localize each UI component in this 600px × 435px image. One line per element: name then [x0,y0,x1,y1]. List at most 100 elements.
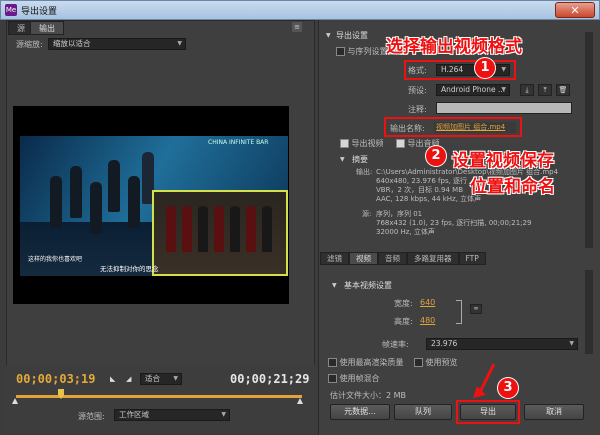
summary-output-line: AAC, 128 kbps, 44 kHz, 立体声 [376,195,482,203]
tab-audio[interactable]: 音频 [378,252,407,265]
import-preset-icon[interactable]: ⤒ [538,84,552,96]
video-brand-text: CHINA INFINITE BAR [208,139,269,146]
chevron-down-icon: ▼ [501,86,506,93]
panel-menu-icon[interactable]: ≡ [292,22,302,32]
summary-source-line: 768x432 (1.0), 23 fps, 逐行扫描, 00;00;21;29 [376,219,532,227]
tab-video[interactable]: 视频 [349,252,378,265]
step-2-instruction-line1: 设置视频保存 [452,151,554,171]
preset-value: Android Phone ... [441,85,506,94]
width-value[interactable]: 640 [420,298,435,307]
width-label: 宽度: [394,299,413,308]
frame-blend-checkbox[interactable] [328,374,337,383]
current-timecode[interactable]: 00;00;03;19 [16,372,95,386]
delete-preset-icon[interactable]: 🗑 [556,84,570,96]
export-video-checkbox[interactable] [340,139,349,148]
tab-multiplexer[interactable]: 多路复用器 [407,252,459,265]
height-value[interactable]: 480 [420,316,435,325]
picture-in-picture-image [152,190,288,276]
step-1-marker: 1 [475,58,495,78]
chain-link-icon[interactable]: ∞ [470,304,482,314]
use-preview-option[interactable]: 使用预览 [414,357,458,368]
frame-blend-option[interactable]: 使用帧混合 [328,373,380,384]
step-2-instruction-line2: 位置和命名 [470,177,555,197]
title-bar: Me 导出设置 ✕ [0,0,600,20]
dancer-figure [108,160,120,212]
step-1-instruction: 选择输出视频格式 [386,37,522,57]
set-in-point-icon[interactable]: ◣ [110,375,115,383]
group-member-figure [214,206,224,252]
source-range-label: 源范围: [78,412,105,421]
estimated-size-value: 2 MB [386,391,407,400]
group-member-figure [262,206,272,252]
annotation-output-name-highlight [384,117,522,137]
group-member-figure [246,206,256,252]
fit-dropdown[interactable]: 适合 ▼ [140,373,182,385]
window-title: 导出设置 [21,7,58,17]
dancer-figure [90,182,102,234]
summary-output-label: 输出: [356,168,373,176]
max-render-checkbox[interactable] [328,358,337,367]
summary-output-line: 640x480, 23.976 fps, 逐行 [376,177,468,185]
group-member-figure [230,206,240,252]
total-duration-timecode: 00;00;21;29 [230,372,310,386]
use-preview-checkbox[interactable] [414,358,423,367]
summary-heading: 摘要 [352,155,368,164]
framerate-dropdown[interactable]: 23.976 ▼ [426,338,578,350]
group-member-figure [166,206,176,252]
max-render-option[interactable]: 使用最高渲染质量 [328,357,404,368]
tab-ftp[interactable]: FTP [458,252,486,265]
match-sequence-checkbox[interactable] [336,47,345,56]
cancel-button[interactable]: 取消 [524,404,584,420]
video-caption-left: 这样的我你也喜欢吧 [28,256,83,263]
aspect-bracket [456,300,462,324]
settings-tabs: 滤镜 视频 音频 多路复用器 FTP [320,252,592,265]
comment-input[interactable] [436,102,572,114]
estimated-size: 估计文件大小：2 MB [330,390,406,401]
frame-blend-label: 使用帧混合 [339,374,380,383]
collapse-triangle-icon[interactable]: ▼ [332,282,337,289]
source-scale-value: 缩放以适合 [53,39,91,48]
video-settings-scrollbar[interactable] [585,270,593,354]
metadata-button[interactable]: 元数据... [330,404,390,420]
estimated-size-label: 估计文件大小： [330,391,386,400]
source-scale-label: 源缩放: [16,40,43,49]
chevron-down-icon: ▼ [173,375,178,382]
summary-source-line: 序列，序列 01 [376,210,423,218]
basic-video-heading: 基本视频设置 [344,281,392,290]
source-scale-dropdown[interactable]: 缩放以适合 ▼ [48,38,186,50]
framerate-label: 帧速率: [382,340,409,349]
preset-dropdown[interactable]: Android Phone ... ▼ [436,84,510,96]
save-preset-icon[interactable]: ⤓ [520,84,534,96]
settings-scrollbar[interactable] [585,32,593,248]
queue-button[interactable]: 队列 [394,404,452,420]
height-label: 高度: [394,317,413,326]
framerate-value: 23.976 [431,339,458,348]
tab-filters[interactable]: 滤镜 [320,252,349,265]
preset-label: 预设: [408,86,427,95]
fit-value: 适合 [145,374,160,383]
summary-output-line: VBR，2 次，目标 0.94 MB [376,186,464,194]
use-preview-label: 使用预览 [425,358,458,367]
step-3-marker: 3 [498,378,518,398]
collapse-triangle-icon[interactable]: ▼ [326,32,331,39]
chevron-down-icon: ▼ [177,40,182,47]
chevron-down-icon: ▼ [569,340,574,347]
step-3-arrow-icon [473,363,496,398]
video-subtitle: 无法抑制对你的思念 [100,265,159,273]
summary-source-label: 源: [362,210,372,218]
dancer-figure [128,176,140,228]
close-button[interactable]: ✕ [555,2,595,18]
step-2-marker: 2 [426,146,446,166]
export-audio-checkbox[interactable] [396,139,405,148]
collapse-triangle-icon[interactable]: ▼ [340,156,345,163]
group-member-figure [198,206,208,252]
set-out-point-icon[interactable]: ◢ [126,375,131,383]
max-render-label: 使用最高渲染质量 [339,358,404,367]
summary-source-line: 32000 Hz, 立体声 [376,228,435,236]
export-video-option[interactable]: 导出视频 [340,138,384,149]
dancer-figure [50,176,62,228]
source-range-dropdown[interactable]: 工作区域 ▼ [114,409,230,421]
annotation-format-highlight [404,60,516,80]
tab-output[interactable]: 输出 [30,21,64,35]
app-icon: Me [5,4,17,16]
